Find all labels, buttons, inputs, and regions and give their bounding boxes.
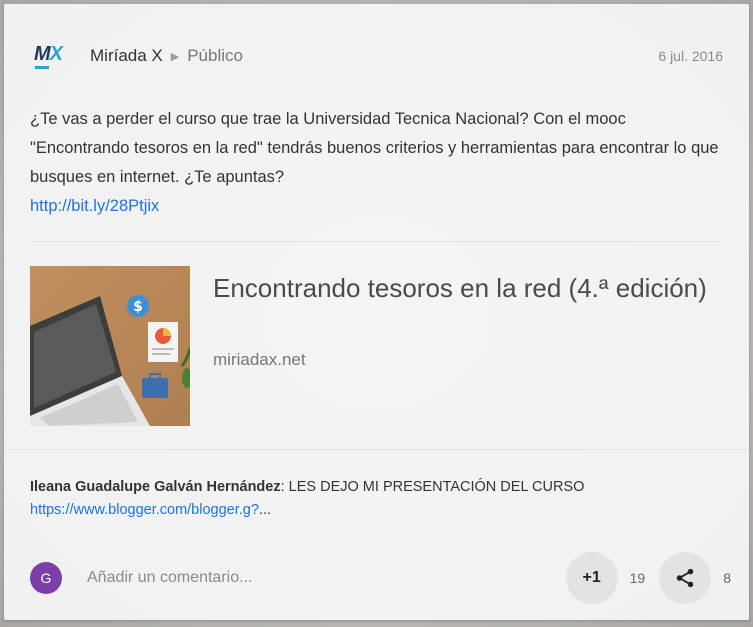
link-preview[interactable]: $ Encontrando tesoros en la red (4.ª edi… bbox=[30, 266, 721, 426]
plus-one-button[interactable]: +1 bbox=[565, 552, 618, 604]
comment-author[interactable]: Ileana Guadalupe Galván Hernández bbox=[30, 479, 281, 495]
post-body: ¿Te vas a perder el curso que trae la Un… bbox=[30, 105, 720, 221]
comment-text: LES DEJO MI PRESENTACIÓN DEL CURSO bbox=[288, 479, 585, 495]
plus-one-label: +1 bbox=[582, 569, 601, 586]
preview-domain: miriadax.net bbox=[213, 350, 306, 369]
avatar[interactable]: G bbox=[30, 562, 62, 594]
share-icon bbox=[676, 568, 694, 588]
logo-wordmark: MX bbox=[33, 42, 63, 65]
post-date[interactable]: 6 jul. 2016 bbox=[658, 48, 723, 64]
miriadax-logo[interactable]: MX bbox=[30, 40, 66, 72]
post-audience: Público bbox=[187, 46, 243, 65]
preview-thumbnail[interactable]: $ bbox=[30, 266, 190, 426]
share-button[interactable] bbox=[659, 552, 712, 604]
post-link[interactable]: http://bit.ly/28Ptjix bbox=[30, 197, 159, 215]
divider bbox=[30, 241, 721, 242]
post-body-text: ¿Te vas a perder el curso que trae la Un… bbox=[30, 110, 719, 186]
share-count: 8 bbox=[723, 570, 731, 586]
post-card: MX Miríada X ▶ Público 6 jul. 2016 ¿Te v… bbox=[4, 4, 749, 620]
svg-text:$: $ bbox=[133, 299, 143, 315]
chevron-right-icon: ▶ bbox=[170, 50, 180, 63]
post-footer: G Añadir un comentario... +1 19 8 bbox=[30, 552, 731, 604]
laptop-illustration-icon: $ bbox=[30, 266, 190, 426]
comment-link[interactable]: https://www.blogger.com/blogger.g? bbox=[30, 502, 259, 518]
divider bbox=[4, 449, 749, 450]
plus-one-count: 19 bbox=[629, 570, 646, 586]
comment-ellipsis[interactable]: ... bbox=[259, 502, 271, 518]
post-author[interactable]: Miríada X bbox=[90, 46, 163, 66]
preview-title[interactable]: Encontrando tesoros en la red (4.ª edici… bbox=[213, 270, 713, 306]
comment-input[interactable]: Añadir un comentario... bbox=[87, 569, 566, 587]
post-header: MX Miríada X ▶ Público 6 jul. 2016 bbox=[30, 40, 723, 72]
logo-underline bbox=[35, 65, 49, 69]
comment: Ileana Guadalupe Galván Hernández: LES D… bbox=[30, 479, 585, 518]
